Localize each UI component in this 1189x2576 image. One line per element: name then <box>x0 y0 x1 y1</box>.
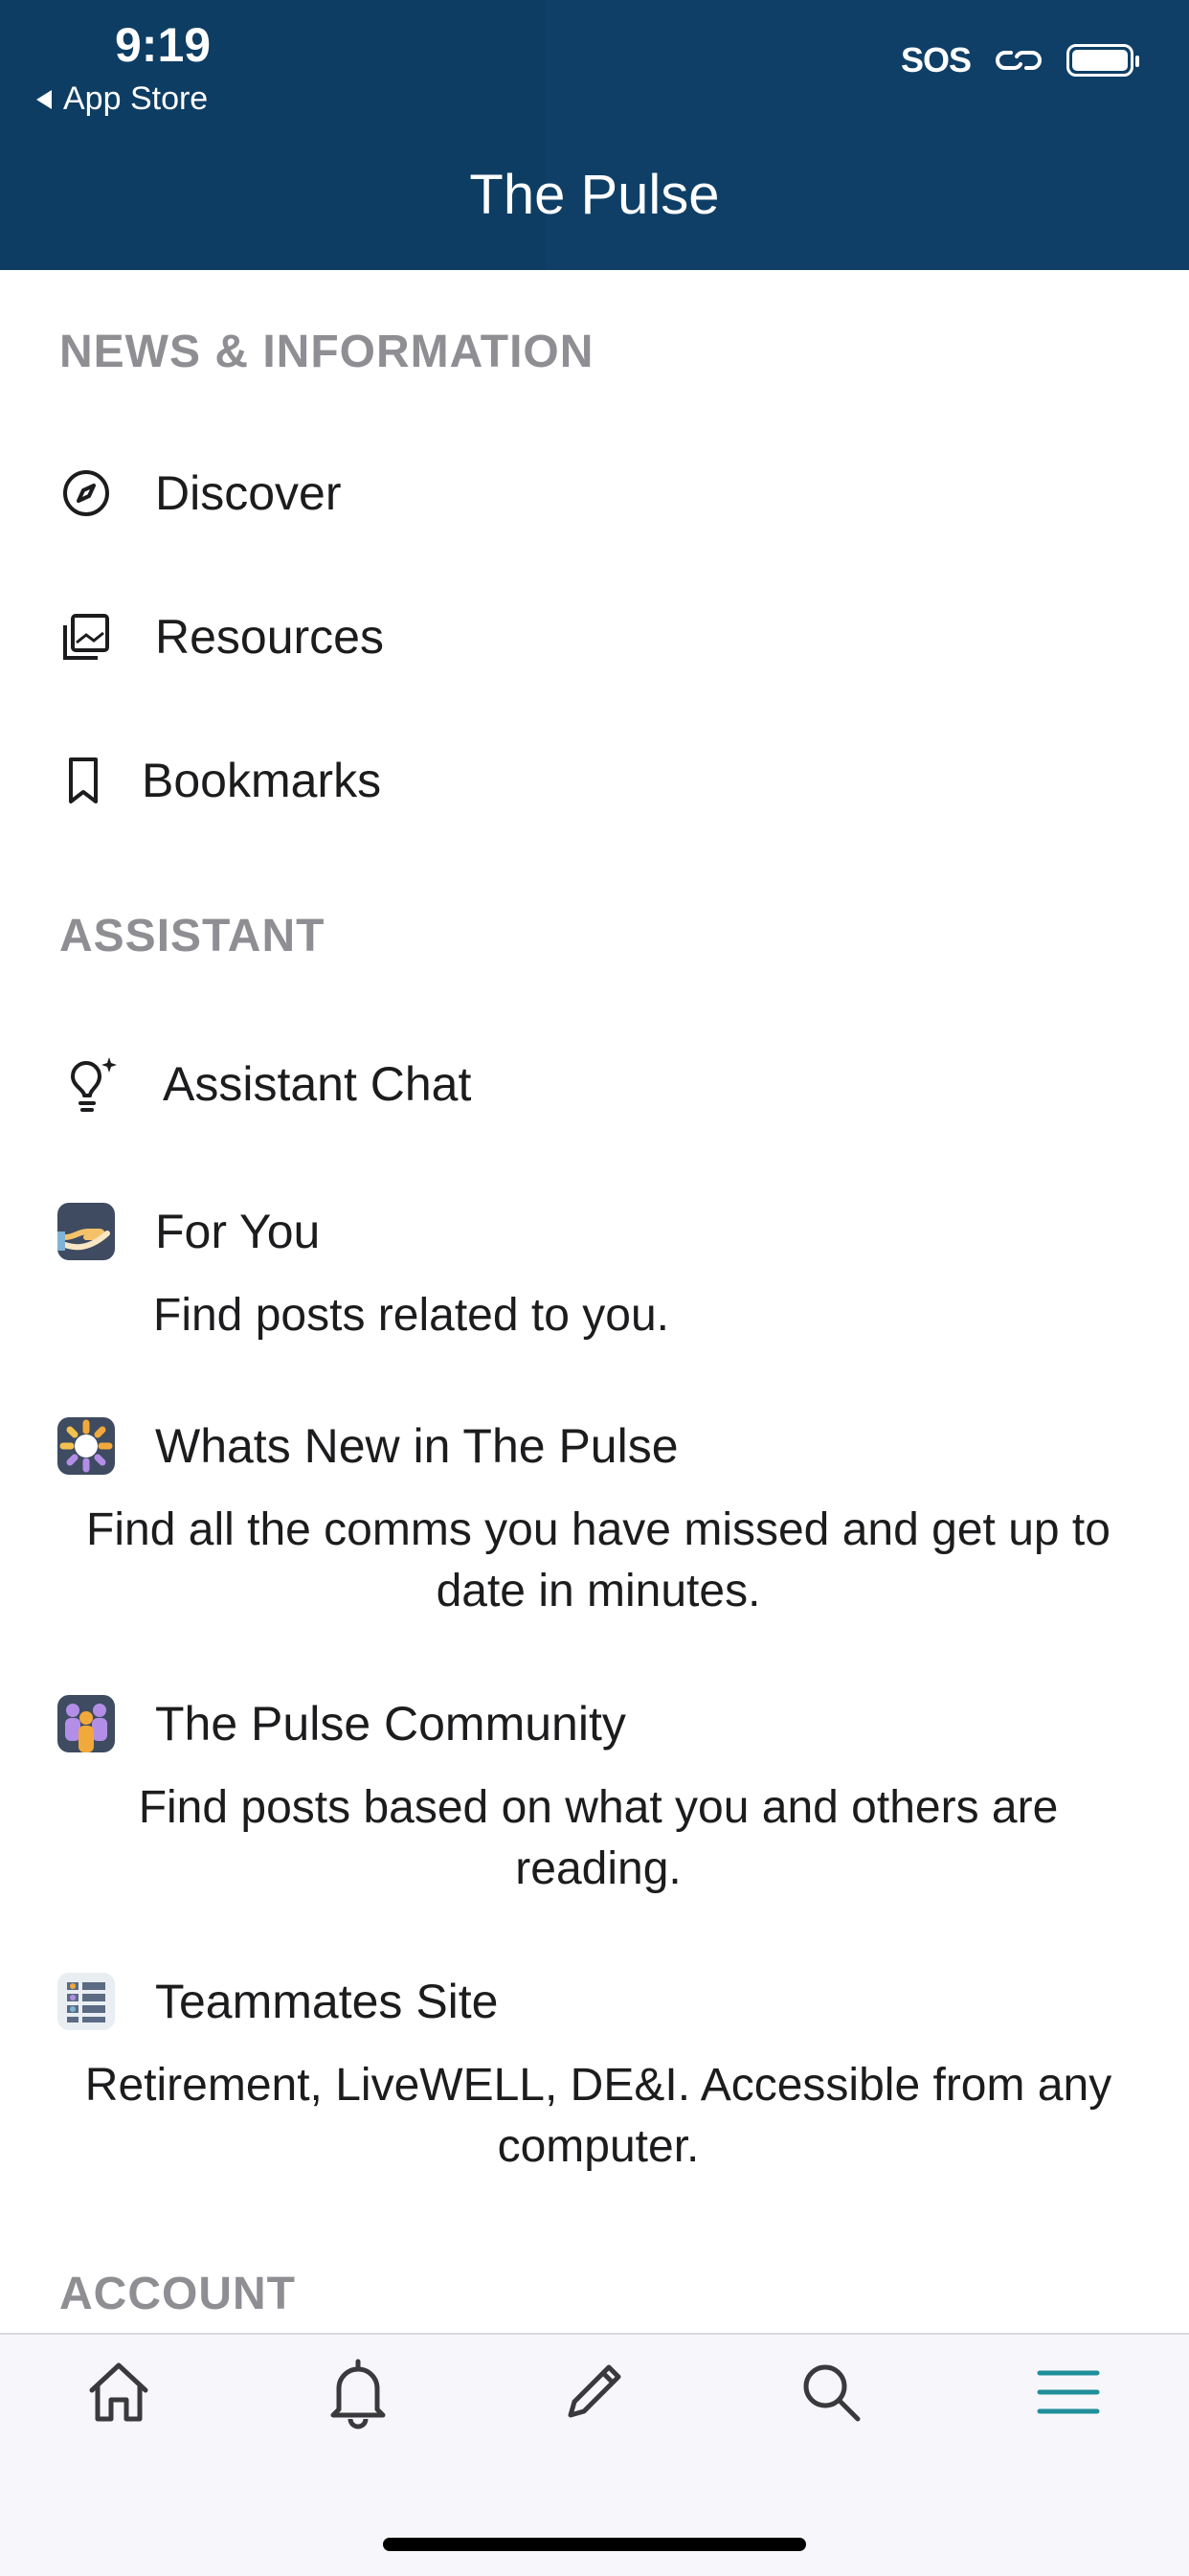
pencil-icon[interactable] <box>555 2354 632 2430</box>
feature-whats-new[interactable]: Whats New in The Pulse Find all the comm… <box>57 1417 1139 1622</box>
app-header: 9:19 App Store SOS The Pulse <box>0 0 1189 270</box>
sos-indicator: SOS <box>900 40 972 79</box>
section-title-news: NEWS & INFORMATION <box>59 327 594 377</box>
sun-icon <box>57 1417 115 1475</box>
back-to-app-store[interactable]: App Store <box>36 80 208 118</box>
menu-icon[interactable] <box>1030 2354 1107 2430</box>
lightbulb-sparkle-icon <box>71 1057 117 1112</box>
status-icons: SOS <box>900 40 1139 80</box>
page-title: The Pulse <box>469 164 720 226</box>
feature-desc: Find posts based on what you and others … <box>138 1782 1059 1894</box>
bookmark-icon <box>69 757 98 803</box>
feature-title: Whats New in The Pulse <box>155 1419 679 1473</box>
feature-desc: Find posts related to you. <box>153 1290 669 1341</box>
nav-label-bookmarks: Bookmarks <box>142 754 382 807</box>
feature-desc: Find all the comms you have missed and g… <box>86 1504 1110 1616</box>
nav-label-assistant-chat: Assistant Chat <box>163 1057 472 1111</box>
feature-title: The Pulse Community <box>155 1697 626 1751</box>
nav-item-assistant-chat[interactable]: Assistant Chat <box>59 1053 471 1115</box>
nav-item-resources[interactable]: Resources <box>59 609 384 665</box>
back-arrow-icon <box>36 89 52 109</box>
link-icon <box>996 51 1042 70</box>
feature-community[interactable]: The Pulse Community Find posts based on … <box>57 1695 1139 1900</box>
feature-teammates-site[interactable]: Teammates Site Retirement, LiveWELL, DE&… <box>57 1973 1139 2178</box>
feature-title: Teammates Site <box>155 1975 499 2028</box>
bell-icon[interactable] <box>320 2354 396 2430</box>
nav-label-resources: Resources <box>155 610 384 664</box>
home-icon[interactable] <box>80 2354 157 2430</box>
nav-label-discover: Discover <box>155 466 342 520</box>
feature-title: For You <box>155 1205 321 1258</box>
search-icon[interactable] <box>793 2354 869 2430</box>
photo-stack-icon <box>63 614 109 660</box>
status-time: 9:19 <box>115 18 212 72</box>
section-title-account: ACCOUNT <box>59 2269 296 2319</box>
nav-item-bookmarks[interactable]: Bookmarks <box>59 753 381 808</box>
nav-item-discover[interactable]: Discover <box>59 465 341 521</box>
back-label: App Store <box>63 80 209 117</box>
home-indicator <box>383 2538 806 2551</box>
battery-icon <box>1066 44 1139 77</box>
grid-list-icon <box>57 1973 115 2030</box>
feature-desc: Retirement, LiveWELL, DE&I. Accessible f… <box>84 2060 1112 2172</box>
compass-icon <box>63 470 109 516</box>
feature-for-you[interactable]: For You Find posts related to you. <box>57 1203 1139 1346</box>
people-icon <box>57 1695 115 1752</box>
hand-icon <box>57 1203 115 1260</box>
section-title-assistant: ASSISTANT <box>59 911 325 961</box>
